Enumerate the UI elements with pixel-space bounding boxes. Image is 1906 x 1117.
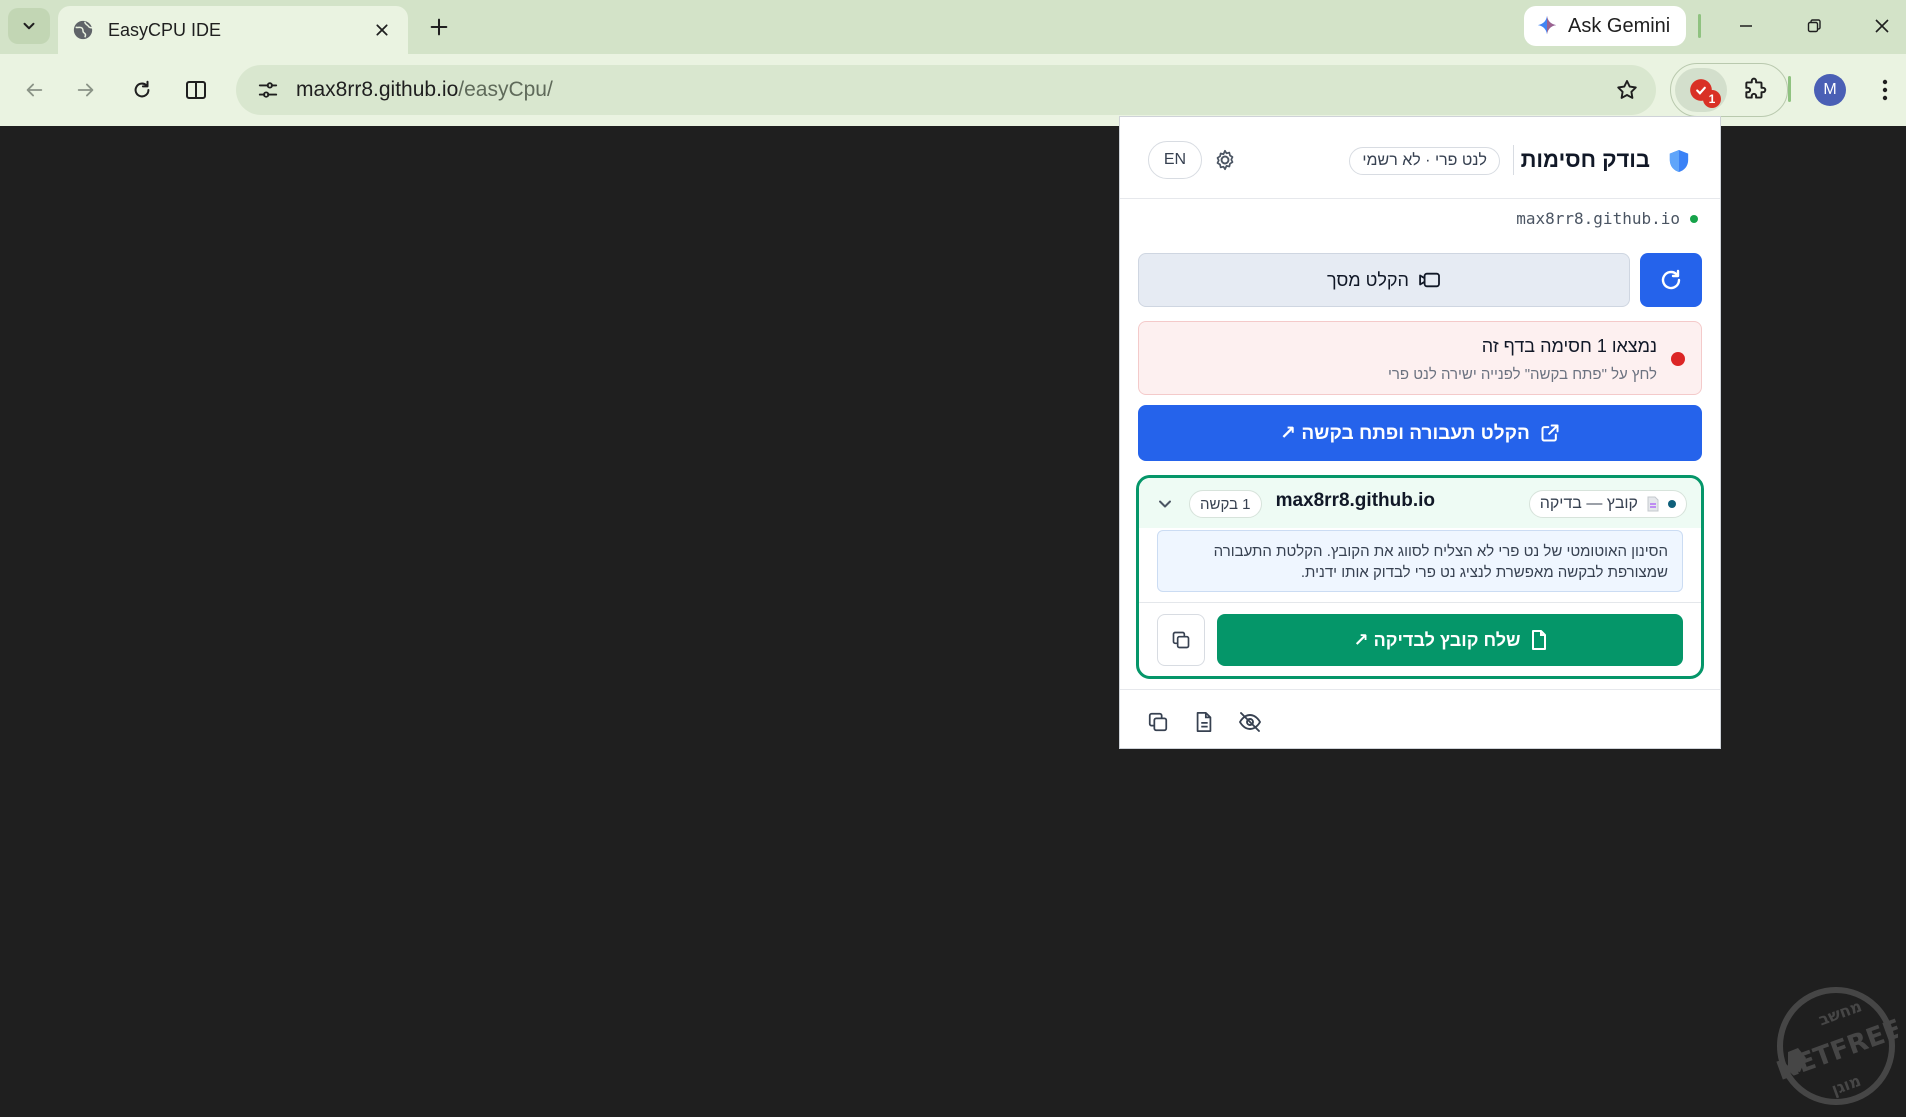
- reload-button[interactable]: [124, 72, 160, 108]
- ask-gemini-button[interactable]: Ask Gemini: [1524, 6, 1686, 46]
- host-status-dot: [1690, 214, 1698, 223]
- forward-button[interactable]: [68, 72, 104, 108]
- request-count-badge: 1 בקשה: [1189, 490, 1262, 518]
- status-dot: [1668, 500, 1676, 508]
- tab-search-button[interactable]: [8, 8, 50, 44]
- tabstrip-separator: [1698, 14, 1701, 38]
- minimize-icon: [1740, 25, 1752, 27]
- bookmark-star-icon[interactable]: [1612, 75, 1642, 105]
- alert-dot: [1671, 352, 1685, 366]
- extensions-group: 1: [1670, 63, 1788, 117]
- new-tab-button[interactable]: [424, 12, 454, 42]
- unofficial-badge: לנט פרי · לא רשמי: [1349, 147, 1500, 175]
- chevron-down-icon: [23, 22, 35, 30]
- reload-icon: [134, 80, 150, 98]
- close-icon[interactable]: [370, 18, 394, 42]
- tab-strip: EasyCPU IDE Ask Gemini: [0, 0, 1906, 54]
- copy-icon: [1172, 631, 1190, 649]
- url-path: /easyCpu/: [458, 78, 553, 101]
- record-screen-label: הקלט מסך: [1327, 269, 1409, 290]
- extension-badge: 1: [1703, 90, 1721, 108]
- tab-easycpu[interactable]: EasyCPU IDE: [58, 6, 408, 54]
- watermark-brand-text: NETFREE: [1773, 1014, 1898, 1087]
- shield-icon: [1669, 150, 1689, 172]
- card-header[interactable]: קובץ — בדיקה max8rr8.github.io 1 בקשה: [1139, 478, 1701, 528]
- window-close-button[interactable]: [1864, 10, 1900, 42]
- blocking-checker-extension-button[interactable]: 1: [1675, 68, 1727, 112]
- back-button[interactable]: [16, 72, 52, 108]
- language-toggle-button[interactable]: EN: [1148, 141, 1202, 179]
- chevron-down-icon[interactable]: [1155, 494, 1175, 514]
- arrow-right-icon: [77, 83, 94, 97]
- copy-all-icon[interactable]: [1146, 710, 1170, 734]
- gear-icon[interactable]: [1212, 147, 1238, 173]
- card-divider: [1139, 602, 1701, 603]
- tab-title: EasyCPU IDE: [108, 19, 222, 40]
- primary-action-label: הקלט תעבורה ופתח בקשה ↗: [1280, 422, 1530, 444]
- info-note: הסינון האוטומטי של נט פרי לא הצליח לסווג…: [1157, 530, 1683, 592]
- card-host: max8rr8.github.io: [1275, 490, 1435, 511]
- record-traffic-open-request-button[interactable]: הקלט תעבורה ופתח בקשה ↗: [1138, 405, 1702, 461]
- popup-footer: [1120, 689, 1720, 749]
- restore-icon: [1807, 19, 1821, 33]
- copy-button[interactable]: [1157, 614, 1205, 666]
- site-info-icon[interactable]: [250, 72, 286, 108]
- address-bar[interactable]: max8rr8.github.io/easyCpu/: [236, 65, 1656, 115]
- video-camera-icon: [1419, 272, 1440, 288]
- restore-button[interactable]: [1796, 10, 1832, 42]
- split-view-button[interactable]: [178, 72, 214, 108]
- file-status-badge: קובץ — בדיקה: [1528, 490, 1687, 518]
- blocked-item-card: קובץ — בדיקה max8rr8.github.io 1 בקשה הס…: [1136, 475, 1704, 679]
- browser-menu-button[interactable]: [1870, 74, 1900, 106]
- netfree-watermark-logo: מחשב NETFREE מוגן: [1773, 987, 1898, 1105]
- profile-avatar[interactable]: M: [1814, 74, 1846, 106]
- popup-header: בודק חסימות לנט פרי · לא רשמי EN: [1120, 117, 1720, 199]
- alert-title: נמצאו 1 חסימה בדף זה: [1481, 336, 1657, 356]
- send-file-for-review-button[interactable]: שלח קובץ לבדיקה ↗: [1217, 614, 1683, 666]
- file-status-label: קובץ — בדיקה: [1539, 495, 1638, 512]
- url-host: max8rr8.github.io: [296, 78, 459, 101]
- watermark-top-text: מחשב: [1816, 996, 1864, 1029]
- external-link-icon: [1541, 424, 1559, 442]
- puzzle-icon: [1745, 77, 1767, 99]
- document-text-icon[interactable]: [1192, 710, 1216, 734]
- record-screen-button[interactable]: הקלט מסך: [1138, 253, 1630, 307]
- globe-icon: [72, 19, 94, 41]
- document-icon: [1531, 630, 1546, 650]
- send-file-label: שלח קובץ לבדיקה ↗: [1353, 629, 1521, 650]
- close-window-icon: [1875, 19, 1889, 33]
- host-text: max8rr8.github.io: [1516, 209, 1680, 228]
- split-view-icon: [186, 81, 206, 99]
- gemini-sparkle-icon: [1537, 15, 1557, 35]
- refresh-button[interactable]: [1640, 253, 1702, 307]
- alert-subtitle: לחץ על "פתח בקשה" לפנייה ישירה לנט פרי: [1387, 366, 1657, 383]
- file-icon: [1647, 496, 1659, 512]
- arrow-left-icon: [26, 83, 43, 97]
- minimize-button[interactable]: [1728, 10, 1764, 42]
- extensions-menu-button[interactable]: [1737, 74, 1773, 106]
- popup-title: בודק חסימות: [1520, 147, 1650, 172]
- toolbar-separator: [1788, 76, 1791, 102]
- kebab-menu-icon: [1882, 79, 1888, 101]
- eye-off-icon[interactable]: [1238, 710, 1262, 734]
- current-host: max8rr8.github.io: [1516, 209, 1698, 228]
- refresh-icon: [1661, 269, 1681, 290]
- ask-gemini-label: Ask Gemini: [1568, 14, 1671, 37]
- title-separator: [1513, 145, 1514, 175]
- block-alert: נמצאו 1 חסימה בדף זה לחץ על "פתח בקשה" ל…: [1138, 321, 1702, 395]
- plus-icon: [430, 18, 448, 36]
- blocking-checker-popup: בודק חסימות לנט פרי · לא רשמי EN max8rr8…: [1119, 116, 1721, 749]
